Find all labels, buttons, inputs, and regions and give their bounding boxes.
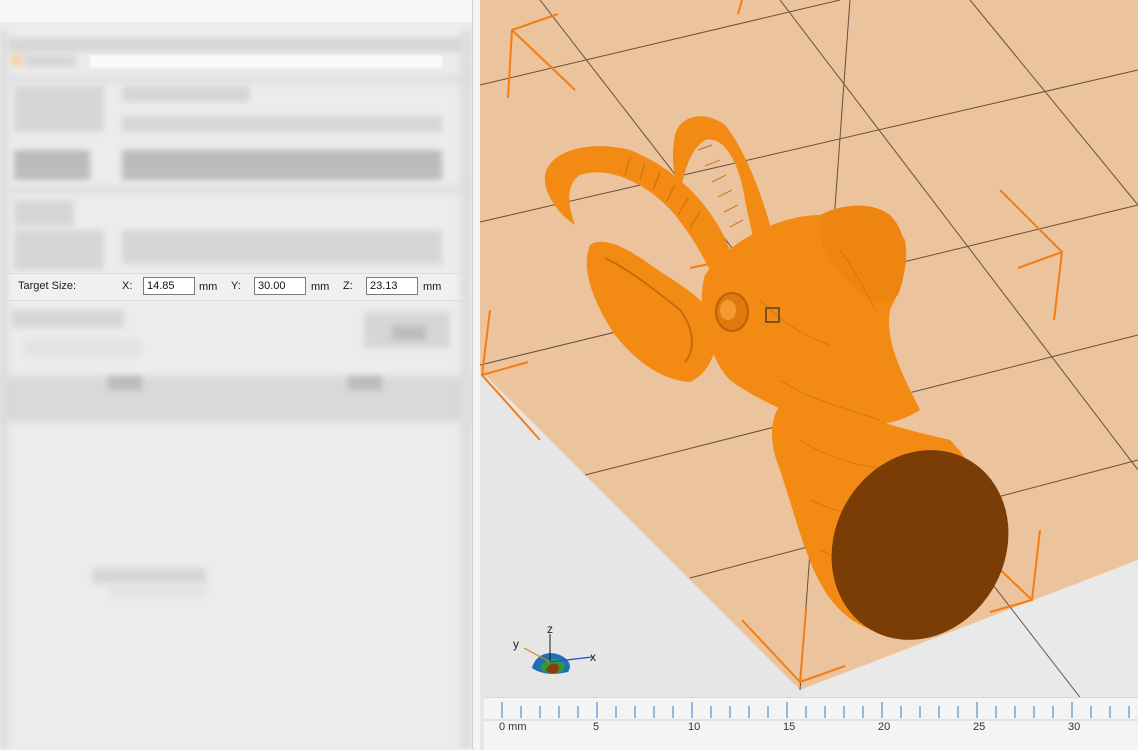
blurred-block — [14, 230, 104, 270]
blurred-block — [24, 340, 140, 356]
panel-border — [0, 30, 8, 749]
axis-gizmo-y-label: y — [513, 637, 519, 651]
z-label: Z: — [343, 280, 353, 292]
ruler-label: 10 — [688, 721, 700, 733]
y-label: Y: — [231, 280, 241, 292]
blurred-row — [8, 74, 470, 84]
ruler-label: 25 — [973, 721, 985, 733]
ruler-label: 15 — [783, 721, 795, 733]
blurred-label — [92, 568, 206, 584]
3d-viewport[interactable]: z x y — [480, 0, 1138, 749]
target-size-label: Target Size: — [18, 280, 77, 292]
viewport-scene: z x y — [480, 0, 1138, 749]
panel-scrollbar[interactable] — [460, 30, 472, 749]
blurred-block — [122, 116, 442, 132]
settings-panel: Target Size: X: mm Y: mm Z: mm — [0, 0, 476, 749]
blurred-button[interactable] — [348, 376, 382, 390]
blurred-row — [8, 38, 470, 52]
blurred-block — [122, 150, 442, 180]
ruler-scale: 0 mm 5 10 15 20 25 30 — [484, 702, 1138, 733]
blurred-block — [12, 310, 124, 328]
ruler-label: 0 mm — [499, 721, 527, 733]
blurred-input[interactable] — [90, 55, 442, 68]
blurred-toolbar — [0, 376, 476, 422]
blurred-row — [8, 185, 470, 195]
target-size-row: Target Size: X: mm Y: mm Z: mm — [0, 273, 472, 301]
ruler: 0 mm 5 10 15 20 25 30 — [484, 697, 1138, 750]
blurred-icon — [10, 54, 22, 66]
x-label: X: — [122, 280, 133, 292]
ruler-label: 30 — [1068, 721, 1080, 733]
target-size-y-input[interactable] — [254, 277, 306, 295]
blurred-block — [14, 150, 90, 180]
blurred-label — [24, 55, 76, 67]
target-size-z-input[interactable] — [366, 277, 418, 295]
ruler-label: 20 — [878, 721, 890, 733]
target-size-x-input[interactable] — [143, 277, 195, 295]
blurred-block — [14, 200, 74, 226]
ruler-label: 5 — [593, 721, 599, 733]
panel-header-blurred — [0, 0, 472, 22]
axis-gizmo-z-label: z — [547, 622, 553, 636]
y-unit: mm — [311, 281, 330, 293]
axis-gizmo-x-label: x — [590, 650, 596, 664]
blurred-block — [122, 86, 250, 102]
x-unit: mm — [199, 281, 218, 293]
blurred-block — [14, 86, 104, 132]
blurred-block — [122, 230, 442, 264]
blurred-button[interactable] — [108, 376, 142, 390]
blurred-button-inner — [392, 326, 426, 340]
blurred-label — [110, 584, 206, 598]
z-unit: mm — [423, 281, 442, 293]
